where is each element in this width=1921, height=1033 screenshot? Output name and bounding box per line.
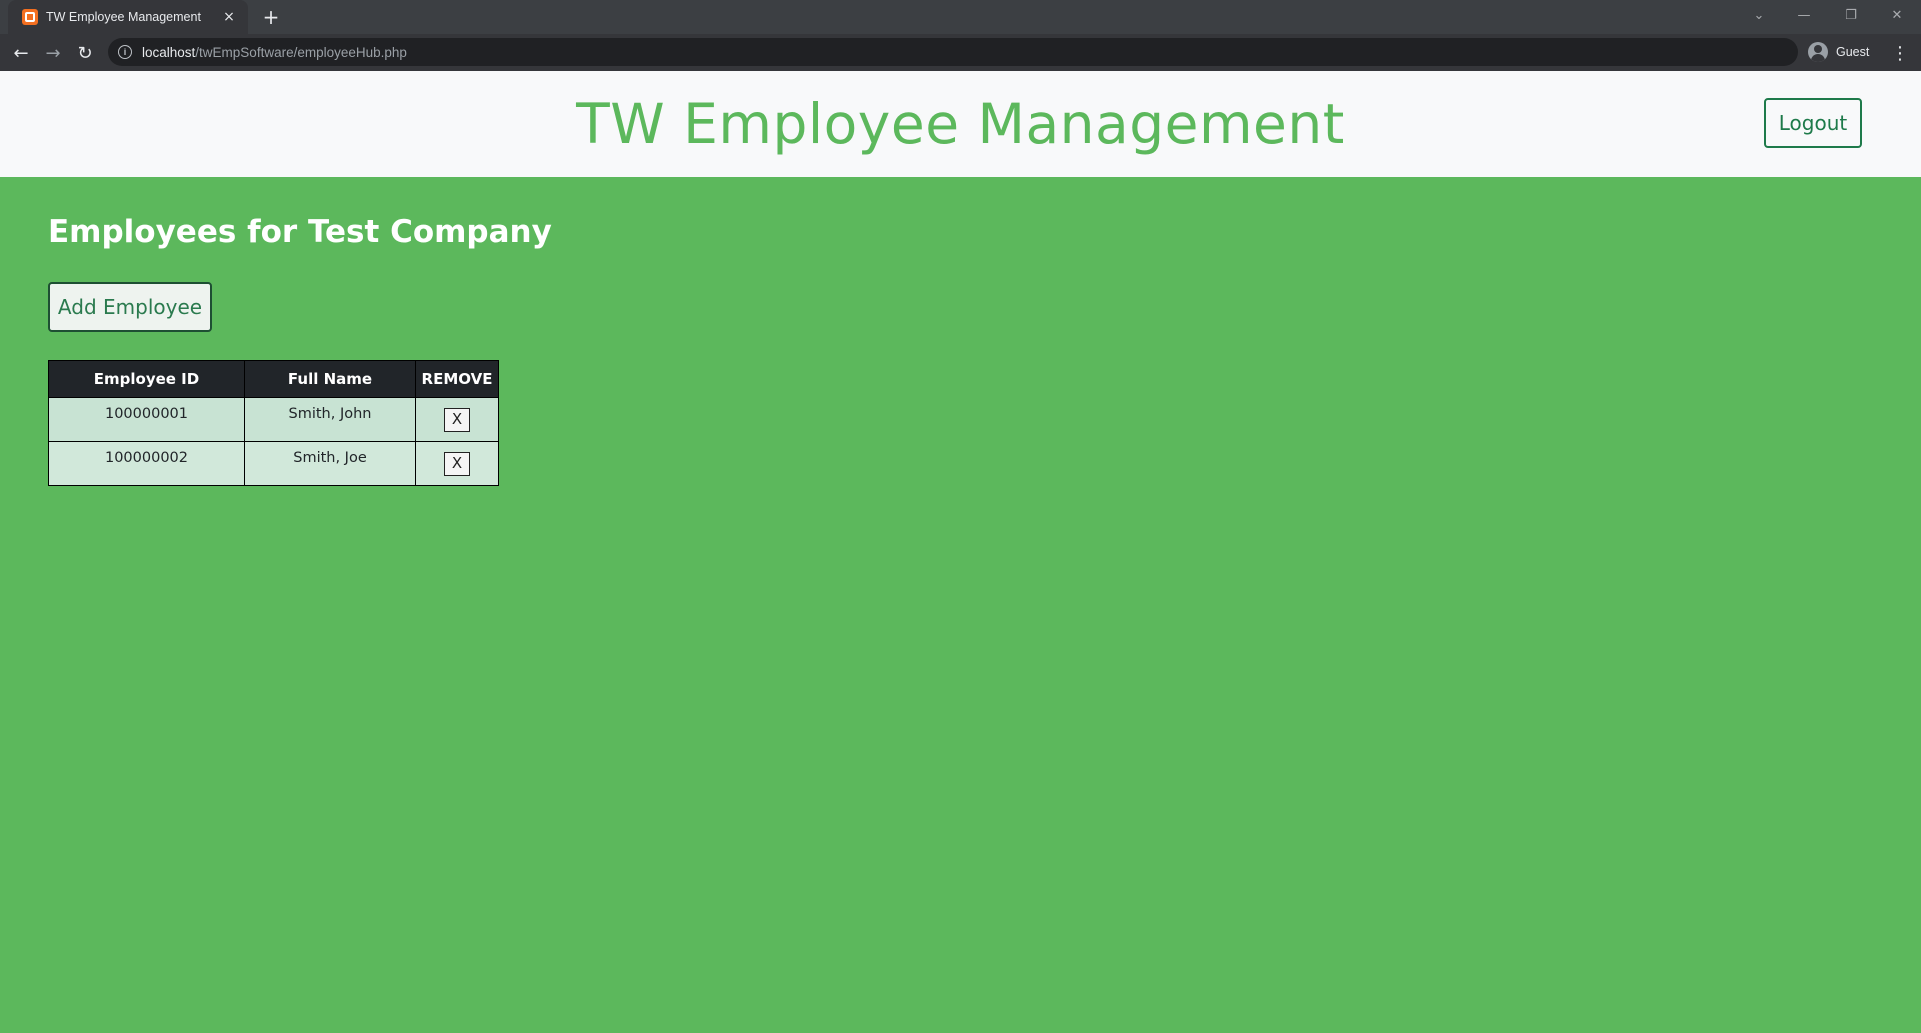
url-path: /twEmpSoftware/employeeHub.php bbox=[195, 44, 407, 60]
close-window-icon[interactable]: ✕ bbox=[1874, 0, 1920, 30]
url-text: localhost/twEmpSoftware/employeeHub.php bbox=[142, 45, 407, 60]
address-bar[interactable]: i localhost/twEmpSoftware/employeeHub.ph… bbox=[108, 38, 1798, 66]
table-header-row: Employee ID Full Name REMOVE bbox=[48, 360, 499, 398]
employee-id-cell: 100000002 bbox=[48, 441, 245, 486]
browser-toolbar: ← → ↻ i localhost/twEmpSoftware/employee… bbox=[0, 34, 1921, 71]
profile-button[interactable]: Guest bbox=[1808, 39, 1869, 65]
tab-title: TW Employee Management bbox=[46, 10, 201, 24]
remove-cell: X bbox=[415, 441, 499, 486]
column-header-full-name: Full Name bbox=[244, 360, 416, 398]
remove-employee-button[interactable]: X bbox=[444, 452, 470, 476]
company-employees-heading: Employees for Test Company bbox=[48, 214, 552, 250]
profile-label: Guest bbox=[1836, 45, 1870, 59]
site-info-icon[interactable]: i bbox=[118, 45, 132, 59]
employee-table: Employee ID Full Name REMOVE 100000001 S… bbox=[48, 360, 499, 486]
full-name-cell: Smith, Joe bbox=[244, 441, 416, 486]
reload-icon[interactable]: ↻ bbox=[72, 40, 98, 66]
column-header-remove: REMOVE bbox=[415, 360, 499, 398]
table-row: 100000001 Smith, John X bbox=[48, 397, 499, 442]
restore-window-icon[interactable]: ❐ bbox=[1828, 0, 1874, 30]
tab-search-chevron-icon[interactable]: ⌄ bbox=[1736, 0, 1782, 30]
add-employee-button[interactable]: Add Employee bbox=[48, 282, 212, 332]
browser-tab[interactable]: TW Employee Management × bbox=[8, 0, 248, 34]
employee-id-cell: 100000001 bbox=[48, 397, 245, 442]
page-title: TW Employee Management bbox=[576, 92, 1345, 156]
page-header: TW Employee Management Logout bbox=[0, 71, 1921, 177]
new-tab-icon[interactable]: + bbox=[260, 5, 282, 29]
forward-arrow-icon[interactable]: → bbox=[40, 40, 66, 66]
full-name-cell: Smith, John bbox=[244, 397, 416, 442]
xampp-favicon-icon bbox=[22, 9, 38, 25]
url-host: localhost bbox=[142, 44, 196, 60]
guest-avatar-icon bbox=[1808, 42, 1828, 62]
close-tab-icon[interactable]: × bbox=[220, 8, 238, 26]
back-arrow-icon[interactable]: ← bbox=[8, 40, 34, 66]
table-row: 100000002 Smith, Joe X bbox=[48, 441, 499, 486]
browser-tab-bar: TW Employee Management × + ⌄ — ❐ ✕ bbox=[0, 0, 1921, 34]
logout-button[interactable]: Logout bbox=[1764, 98, 1862, 148]
minimize-window-icon[interactable]: — bbox=[1781, 0, 1827, 30]
browser-menu-icon[interactable]: ⋮ bbox=[1890, 40, 1910, 66]
column-header-employee-id: Employee ID bbox=[48, 360, 245, 398]
remove-cell: X bbox=[415, 397, 499, 442]
remove-employee-button[interactable]: X bbox=[444, 408, 470, 432]
